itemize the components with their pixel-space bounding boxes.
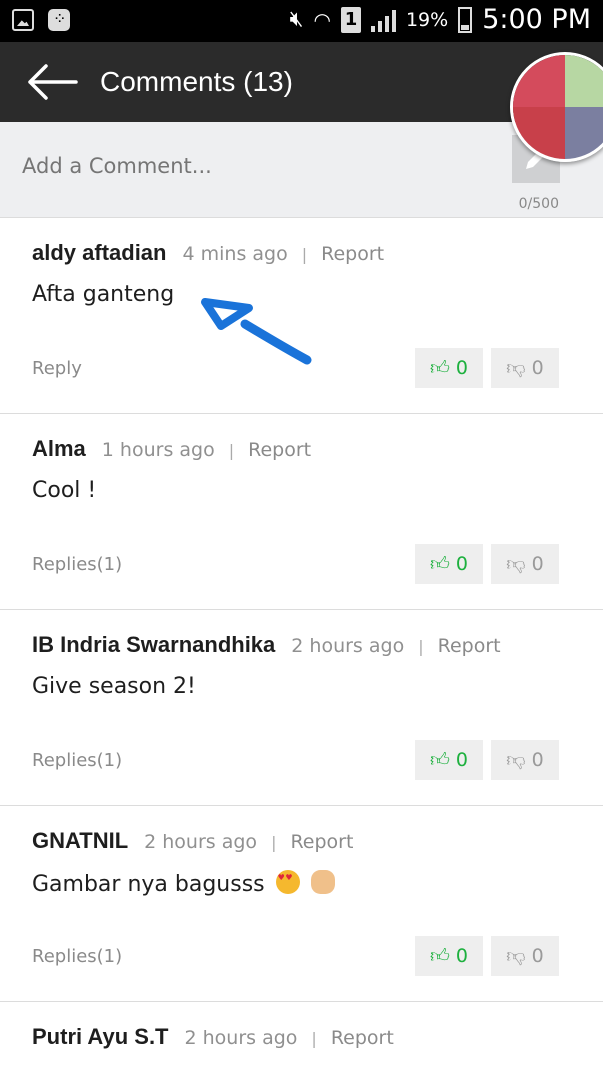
comment-author[interactable]: Putri Ayu S.T [32,1024,169,1050]
thumbs-up-icon: 👍︎ [430,944,450,967]
comment-item: Alma 1 hours ago | Report Cool ! Replies… [0,414,603,610]
comment-text: Afta ganteng [32,282,175,307]
wifi-icon: ◠ [313,7,331,32]
report-link[interactable]: Report [248,439,311,461]
dislike-button[interactable]: 👎︎ 0 [491,740,559,780]
comment-item: GNATNIL 2 hours ago | Report Gambar nya … [0,806,603,1002]
comment-author[interactable]: aldy aftadian [32,240,166,266]
comment-text: Gambar nya bagusss [32,872,265,897]
thumbs-down-icon: 👎︎ [506,552,526,575]
sim-icon: 1 [340,6,361,33]
dislike-count: 0 [531,945,544,967]
like-count: 0 [455,357,468,379]
like-button[interactable]: 👍︎ 0 [415,348,483,388]
battery-icon [458,6,473,33]
bbm-icon [48,9,70,31]
dislike-count: 0 [531,749,544,771]
comment-time: 4 mins ago [182,243,288,265]
clock: 5:00 PM [482,4,591,35]
like-button[interactable]: 👍︎ 0 [415,544,483,584]
separator: | [228,441,235,460]
comment-item: Putri Ayu S.T 2 hours ago | Report [0,1002,603,1072]
status-bar: 🔇︎ ◠ 1 19% 5:00 PM [0,0,603,42]
gallery-icon [12,9,34,31]
separator: | [271,833,277,852]
dislike-button[interactable]: 👎︎ 0 [491,544,559,584]
comment-author[interactable]: GNATNIL [32,828,128,854]
thumbs-up-icon: 👍︎ [430,748,450,771]
thumbs-down-icon: 👎︎ [506,944,526,967]
comment-time: 2 hours ago [291,635,405,657]
like-count: 0 [455,749,468,771]
battery-percent: 19% [405,8,449,31]
dislike-button[interactable]: 👎︎ 0 [491,936,559,976]
dislike-count: 0 [531,357,544,379]
comment-item: IB Indria Swarnandhika 2 hours ago | Rep… [0,610,603,806]
dislike-count: 0 [531,553,544,575]
thumbs-down-icon: 👎︎ [506,356,526,379]
comment-input[interactable] [22,154,482,178]
replies-link[interactable]: Replies(1) [32,946,122,967]
dislike-button[interactable]: 👎︎ 0 [491,348,559,388]
thumbs-down-icon: 👎︎ [506,748,526,771]
comment-author[interactable]: Alma [32,436,86,462]
report-link[interactable]: Report [290,831,353,853]
page-title: Comments (13) [100,66,293,97]
report-link[interactable]: Report [438,635,501,657]
like-button[interactable]: 👍︎ 0 [415,740,483,780]
thumbs-up-icon: 👍︎ [430,552,450,575]
char-counter: 0/500 [518,196,559,212]
comment-item: aldy aftadian 4 mins ago | Report Afta g… [0,218,603,414]
report-link[interactable]: Report [321,243,384,265]
mute-icon: 🔇︎ [289,7,304,32]
ok-hand-emoji-icon [310,870,335,894]
report-link[interactable]: Report [331,1027,394,1049]
back-arrow-icon[interactable] [26,64,78,100]
like-count: 0 [455,945,468,967]
replies-link[interactable]: Replies(1) [32,554,122,575]
like-count: 0 [455,553,468,575]
comment-time: 2 hours ago [184,1027,298,1049]
reply-link[interactable]: Reply [32,358,82,379]
replies-link[interactable]: Replies(1) [32,750,122,771]
comment-text-row: Gambar nya bagusss [32,870,335,897]
like-button[interactable]: 👍︎ 0 [415,936,483,976]
separator: | [301,245,308,264]
comment-text: Give season 2! [32,674,196,699]
separator: | [311,1029,317,1048]
thumbs-up-icon: 👍︎ [430,356,450,379]
comment-text: Cool ! [32,478,97,503]
comment-time: 2 hours ago [144,831,258,853]
separator: | [418,637,424,656]
comment-author[interactable]: IB Indria Swarnandhika [32,632,275,658]
heart-eyes-emoji-icon [275,870,300,894]
comment-time: 1 hours ago [101,439,215,461]
signal-icon [370,8,396,32]
